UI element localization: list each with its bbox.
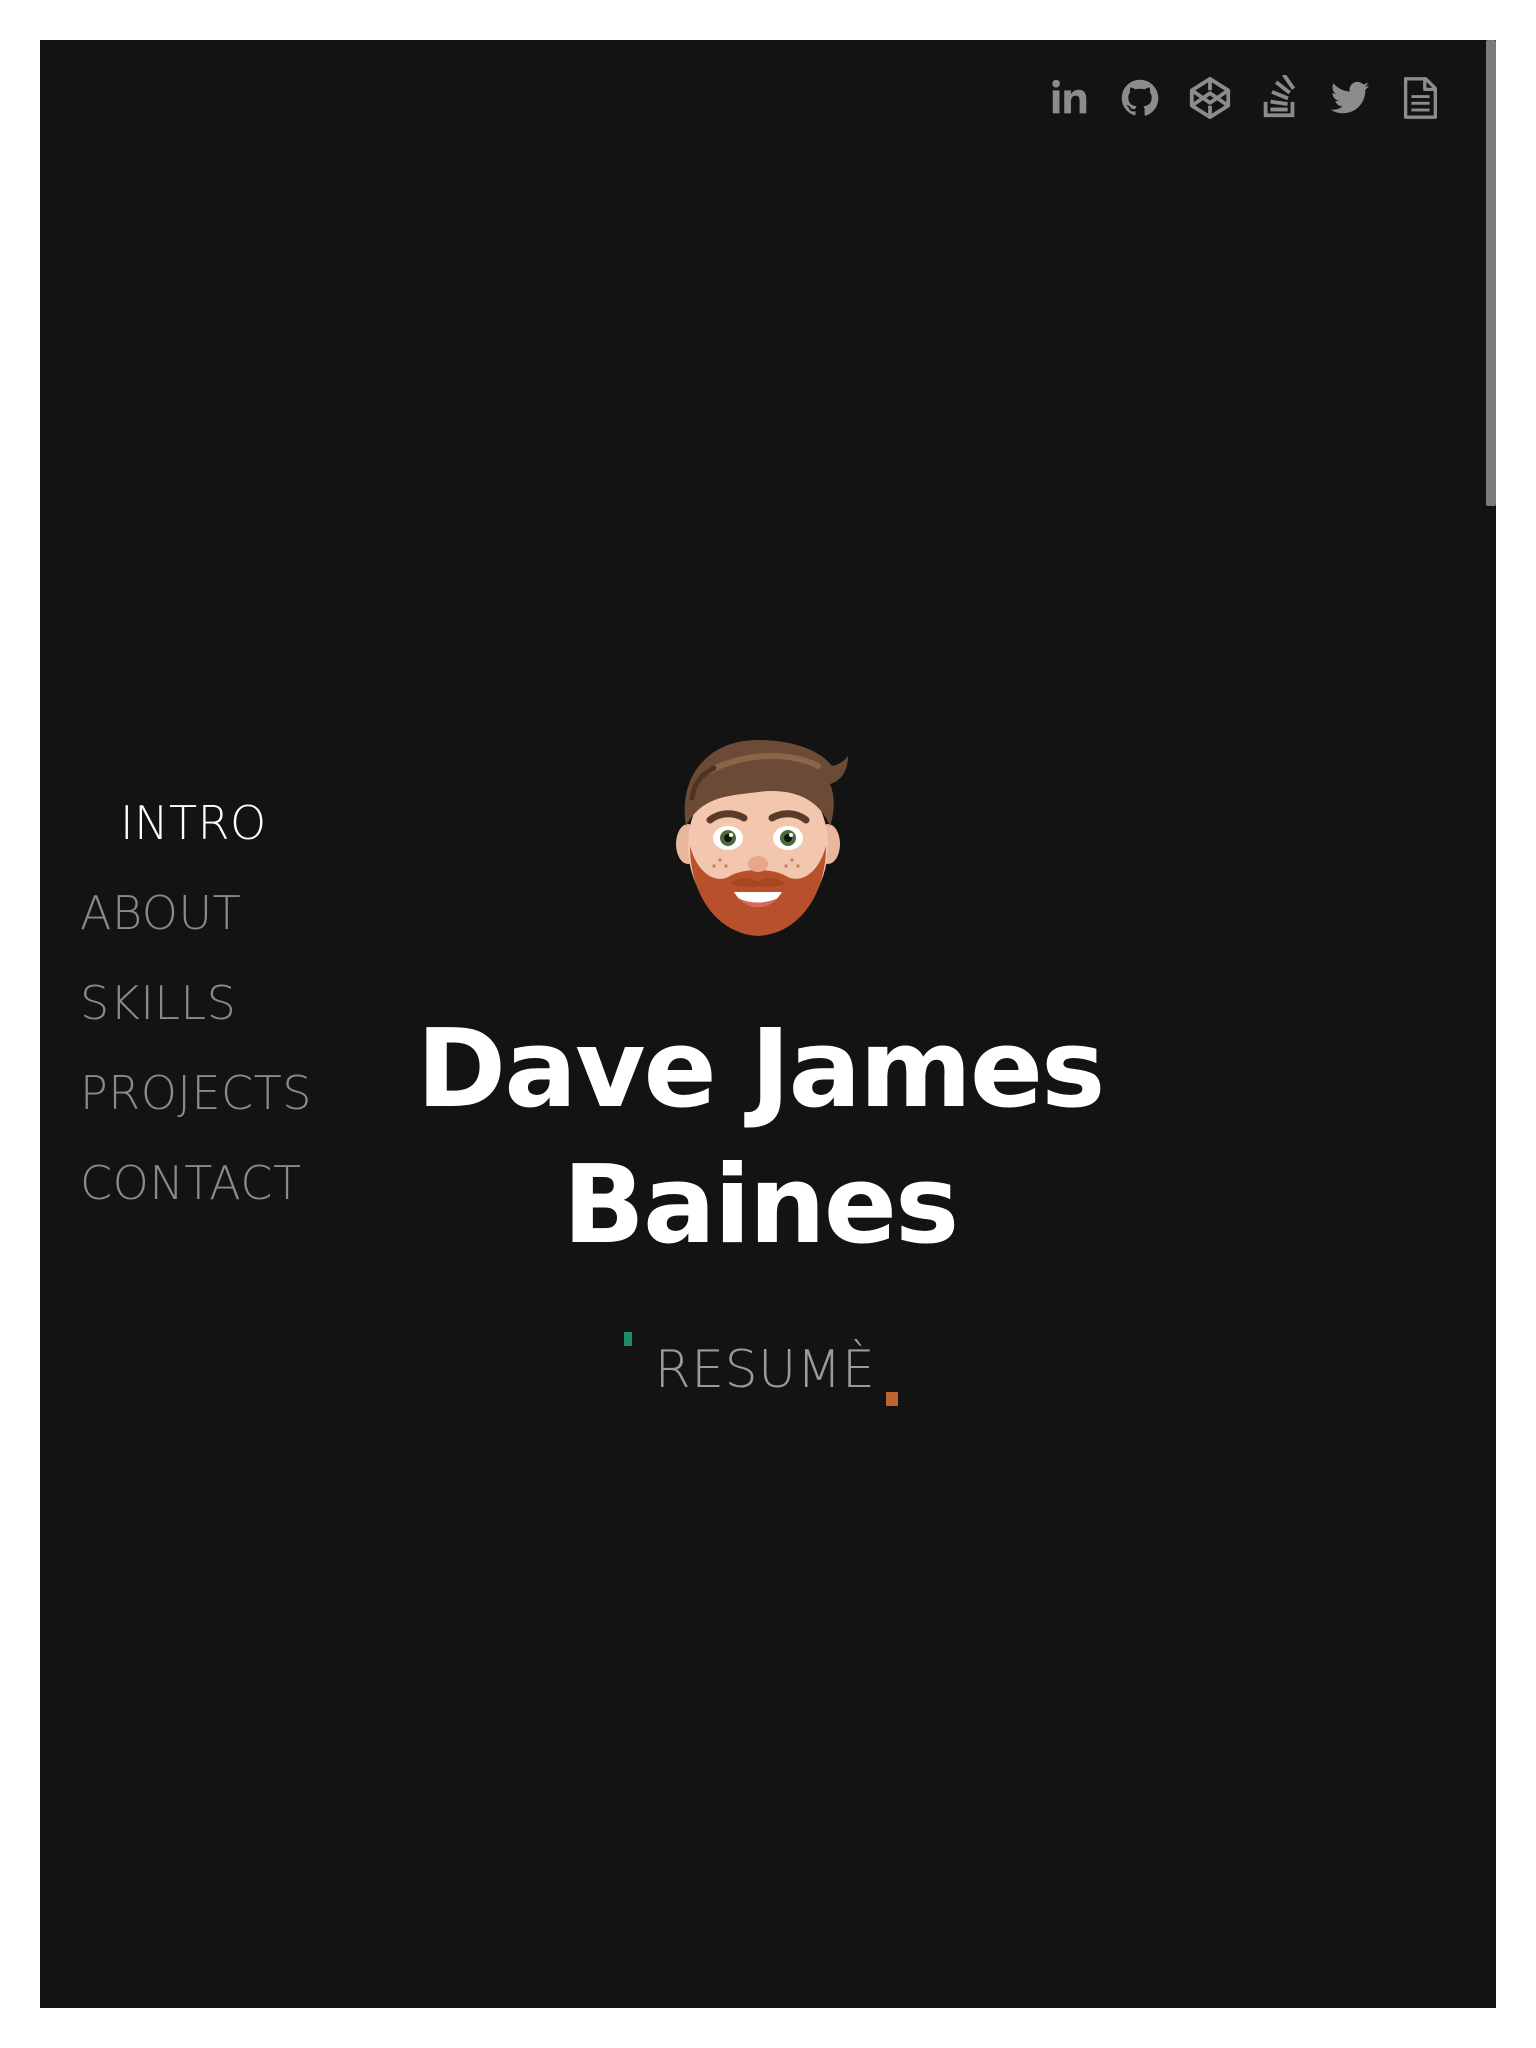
side-navigation: INTRO ABOUT SKILLS PROJECTS CONTACT [80, 798, 312, 1208]
nav-item-skills[interactable]: SKILLS [80, 978, 312, 1028]
corner-accent-bottom-right [886, 1392, 898, 1406]
twitter-icon[interactable] [1326, 74, 1374, 122]
name-line-2: Baines [562, 1143, 960, 1268]
nav-item-contact[interactable]: CONTACT [80, 1158, 312, 1208]
name-line-1: Dave James [416, 1007, 1106, 1132]
document-icon[interactable] [1396, 74, 1444, 122]
codepen-icon[interactable] [1186, 74, 1234, 122]
github-icon[interactable] [1116, 74, 1164, 122]
linkedin-icon[interactable] [1046, 74, 1094, 122]
stackoverflow-icon[interactable] [1256, 74, 1304, 122]
resume-label: RESUMÈ [654, 1340, 876, 1400]
nav-item-intro[interactable]: INTRO [80, 798, 312, 848]
nav-item-about[interactable]: ABOUT [80, 888, 312, 938]
scrollbar-thumb[interactable] [1486, 40, 1496, 506]
page-title: Dave James Baines [400, 1002, 1120, 1274]
page-window: INTRO ABOUT SKILLS PROJECTS CONTACT Dave… [40, 40, 1496, 2008]
scrollbar[interactable] [1486, 40, 1496, 2008]
avatar [668, 726, 848, 946]
resume-button[interactable]: RESUMÈ [620, 1320, 910, 1420]
social-links [1046, 74, 1444, 122]
nav-item-projects[interactable]: PROJECTS [80, 1068, 312, 1118]
